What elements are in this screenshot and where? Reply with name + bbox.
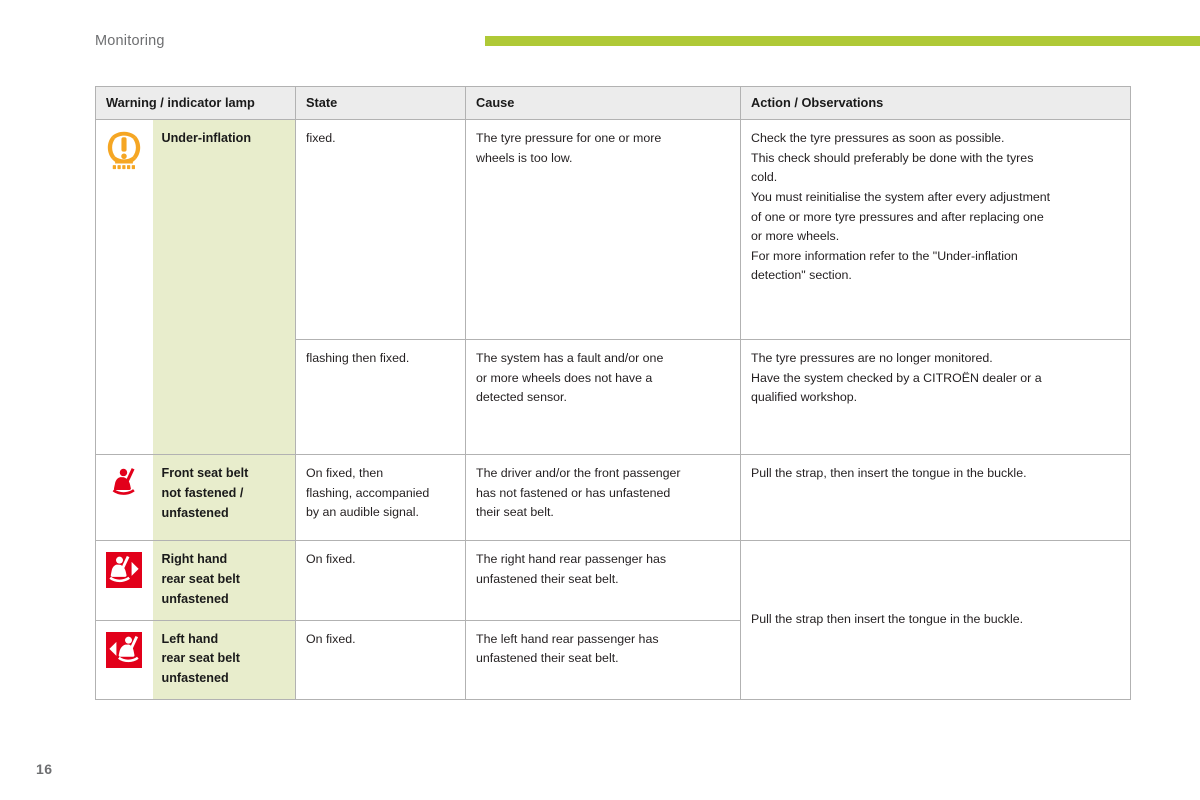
- page-number: 16: [36, 761, 53, 777]
- column-header-lamp: Warning / indicator lamp: [95, 85, 296, 121]
- action-cell: Check the tyre pressures as soon as poss…: [740, 119, 1131, 341]
- state-cell: flashing then fixed.: [295, 339, 466, 456]
- tyre-under-inflation-icon: [104, 131, 144, 171]
- state-cell: On fixed, then flashing, accompanied by …: [295, 454, 466, 542]
- action-cell: The tyre pressures are no longer monitor…: [740, 339, 1131, 456]
- column-header-state: State: [295, 85, 466, 121]
- lamp-label-cell: Left hand rear seat belt unfastened: [152, 619, 296, 700]
- column-header-cause: Cause: [465, 85, 741, 121]
- icon-cell: [95, 540, 153, 621]
- column-header-action: Action / Observations: [740, 85, 1131, 121]
- icon-cell: [95, 454, 153, 542]
- icon-cell: [95, 619, 153, 700]
- header-accent-rule: [485, 36, 1200, 46]
- page-header: Monitoring: [0, 0, 1200, 70]
- lamp-label-cell: Right hand rear seat belt unfastened: [152, 540, 296, 621]
- state-cell: On fixed.: [295, 540, 466, 621]
- page-title: Monitoring: [95, 33, 165, 49]
- state-cell: fixed.: [295, 119, 466, 341]
- cause-cell: The tyre pressure for one or more wheels…: [465, 119, 741, 341]
- action-cell-merged: Pull the strap then insert the tongue in…: [740, 540, 1131, 700]
- table-header-row: Warning / indicator lamp State Cause Act…: [95, 85, 1131, 121]
- action-cell: Pull the strap, then insert the tongue i…: [740, 454, 1131, 542]
- left-hand-rear-seat-belt-icon: [106, 631, 143, 668]
- cause-cell: The driver and/or the front passenger ha…: [465, 454, 741, 542]
- table-row: Right hand rear seat belt unfastened On …: [95, 540, 1131, 700]
- icon-cell: [95, 119, 153, 456]
- table-row: Front seat belt not fastened / unfastene…: [95, 454, 1131, 542]
- lamp-label-cell: Under-inflation: [152, 119, 296, 456]
- lamp-label-cell: Front seat belt not fastened / unfastene…: [152, 454, 296, 542]
- right-hand-rear-seat-belt-icon: [106, 552, 143, 589]
- cause-cell: The system has a fault and/or one or mor…: [465, 339, 741, 456]
- table-row: Under-inflation fixed. The tyre pressure…: [95, 119, 1131, 456]
- front-seat-belt-icon: [108, 466, 141, 499]
- state-cell: On fixed.: [295, 619, 466, 700]
- warning-indicator-lamp-table: Warning / indicator lamp State Cause Act…: [95, 85, 1131, 700]
- cause-cell: The right hand rear passenger has unfast…: [465, 540, 741, 621]
- cause-cell: The left hand rear passenger has unfaste…: [465, 619, 741, 700]
